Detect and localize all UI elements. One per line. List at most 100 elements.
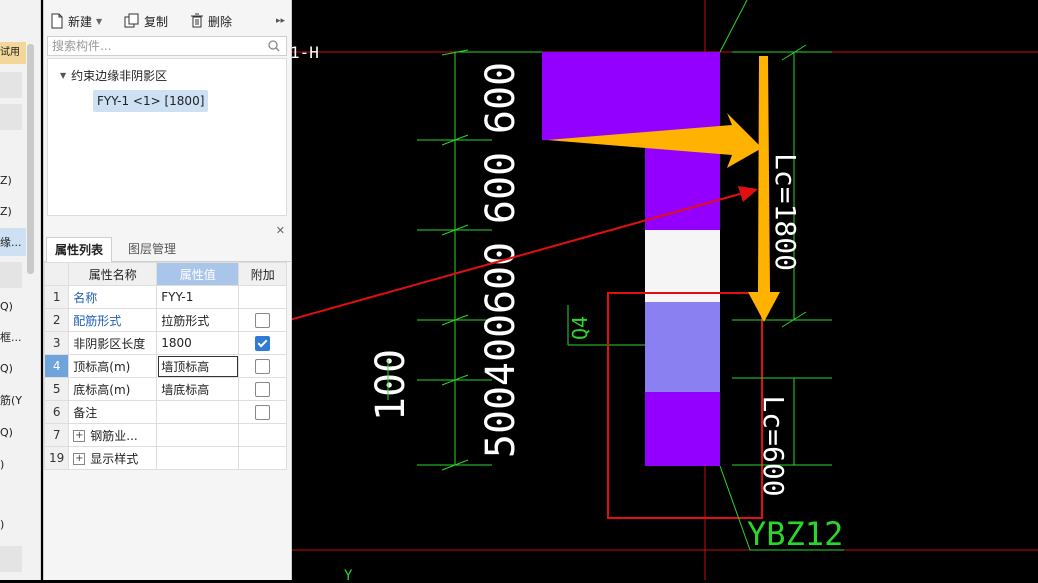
table-row[interactable]: 5 底标高(m) 墙底标高 [43,377,288,401]
sidebar-item[interactable]: Z) [0,205,26,219]
wall-block-highlight[interactable] [645,302,720,392]
property-value [156,446,240,470]
property-name: 钢筋业... [90,428,138,443]
property-name: 配筋形式 [68,308,158,332]
checkbox[interactable] [255,312,271,328]
sidebar-item[interactable]: Q) [0,300,26,314]
sidebar-item[interactable]: Q) [0,362,26,376]
additional-cell [238,285,288,309]
table-row-selected[interactable]: 4 顶标高(m) 墙顶标高 [43,354,288,378]
wall-block[interactable] [645,392,720,466]
copy-button[interactable]: 复制 [124,10,168,32]
checkbox-checked[interactable] [255,335,271,351]
table-row[interactable]: 19 + 显示样式 [43,446,288,470]
wall-label-q4: Q4 [568,316,592,340]
dim-text-100: 100 [368,349,414,421]
sidebar-item[interactable]: 框... [0,331,26,345]
axis-label: 1-H [292,43,319,62]
property-value-editing[interactable]: 墙顶标高 [156,354,240,378]
component-label-ybz12: YBZ12 [747,515,843,553]
sidebar-scrollbar[interactable] [27,44,34,274]
sidebar-item[interactable]: ) [0,518,26,532]
delete-button-label: 删除 [208,14,233,29]
table-row[interactable]: 2 配筋形式 拉筋形式 [43,308,288,332]
table-row[interactable]: 1 名称 FYY-1 [43,285,288,309]
row-number-header [43,262,70,286]
close-icon[interactable]: ✕ [276,224,285,237]
sidebar-item[interactable]: Q) [0,426,26,440]
red-arrow-icon [738,186,758,202]
property-name: 显示样式 [90,451,139,466]
sidebar-item[interactable]: ) [0,458,26,472]
search-box [47,36,287,56]
row-number: 4 [43,354,70,378]
property-value[interactable] [156,400,240,424]
tab-properties[interactable]: 属性列表 [46,237,113,262]
property-value [156,423,240,447]
sidebar-item[interactable]: Z) [0,174,26,188]
component-tree: ▼ 约束边缘非阴影区 FYY-1 <1> [1800] [47,58,287,216]
table-row[interactable]: 7 + 钢筋业... [43,423,288,447]
property-table: 属性名称 属性值 附加 1 名称 FYY-1 2 配筋形式 拉筋形式 3 非阴影… [43,262,288,470]
tree-item-fyy1[interactable]: FYY-1 <1> [1800] [93,90,209,112]
row-number: 7 [43,423,70,447]
row-number: 19 [43,446,70,470]
dim-text-lc1800: Lc=1800 [769,153,802,271]
column-header: 附加 [238,262,288,286]
copy-button-label: 复制 [144,14,169,29]
sidebar-block [0,262,22,288]
new-button-label: 新建 [68,14,93,29]
axis-label-y: Y [344,568,353,580]
expand-icon[interactable]: + [73,430,86,442]
property-name: 名称 [68,285,158,309]
search-icon[interactable] [268,40,280,52]
search-input[interactable] [48,37,266,55]
trash-icon [191,13,203,28]
wall-block[interactable] [542,52,720,140]
checkbox[interactable] [255,358,271,374]
cad-canvas[interactable]: 1-H 600 600 600 400 500 100 Q4 Lc=1800 L… [199,0,1038,583]
delete-button[interactable]: 删除 [190,10,232,32]
more-icon[interactable]: ▸▸ [276,10,285,32]
table-row[interactable]: 6 备注 [43,400,288,424]
table-header-row: 属性名称 属性值 附加 [43,262,288,286]
dropdown-arrow-icon[interactable]: ▼ [96,17,102,26]
checkbox[interactable] [255,381,271,397]
column-header: 属性名称 [68,262,158,286]
additional-cell [238,331,288,355]
sidebar-item[interactable]: 缘... [0,236,26,250]
property-name: 顶标高(m) [68,354,158,378]
additional-cell [238,354,288,378]
additional-cell [238,400,288,424]
property-name: 底标高(m) [68,377,158,401]
tab-layers[interactable]: 图层管理 [120,237,184,261]
dim-text-lc600: Lc=600 [757,395,790,496]
additional-cell [238,423,288,447]
property-value[interactable]: 拉筋形式 [156,308,240,332]
copy-icon [124,13,139,28]
collapse-arrow-icon[interactable]: ▼ [60,71,66,80]
additional-cell [238,377,288,401]
property-value[interactable]: 1800 [156,331,240,355]
sidebar-item[interactable]: 筋(Y [0,394,26,408]
new-button[interactable]: 新建 ▼ [50,10,102,32]
property-group[interactable]: + 钢筋业... [68,423,158,447]
checkbox[interactable] [255,404,271,420]
row-number: 3 [43,331,70,355]
dim-text: 600 [478,242,524,314]
row-number: 6 [43,400,70,424]
leader-line [719,465,751,551]
expand-icon[interactable]: + [73,453,86,465]
table-row[interactable]: 3 非阴影区长度 1800 [43,331,288,355]
sidebar-block [0,546,22,572]
property-group[interactable]: + 显示样式 [68,446,158,470]
wall-block-white[interactable] [645,230,720,302]
property-value[interactable]: FYY-1 [156,285,240,309]
property-value[interactable]: 墙底标高 [156,377,240,401]
toolbar: 新建 ▼ 复制 删除 ▸▸ [44,6,291,34]
dim-text: 400 [478,314,524,386]
drawing-svg[interactable]: 1-H 600 600 600 400 500 100 Q4 Lc=1800 L… [199,0,1038,583]
dim-text: 500 [478,386,524,458]
tree-group[interactable]: ▼ 约束边缘非阴影区 [60,67,167,84]
property-name: 非阴影区长度 [68,331,158,355]
